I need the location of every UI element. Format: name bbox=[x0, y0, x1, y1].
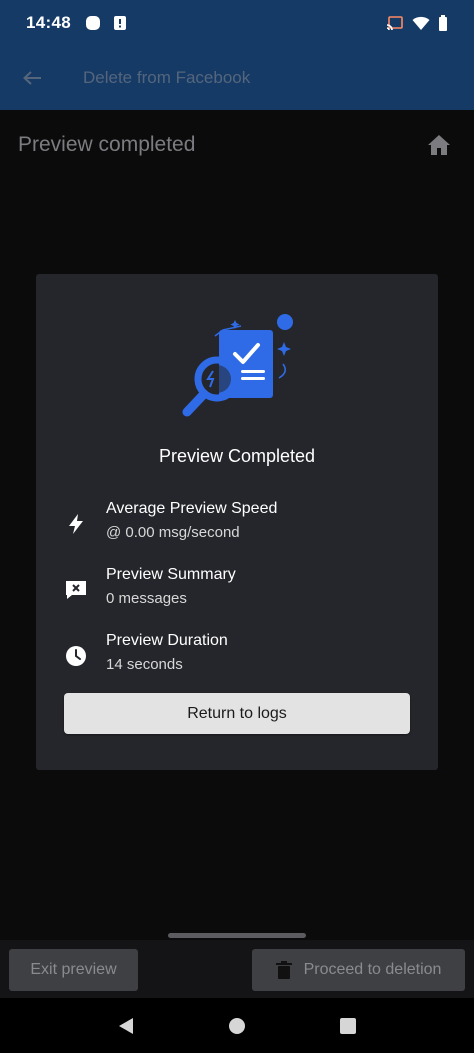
lightning-icon bbox=[69, 514, 83, 534]
circle-home-icon bbox=[228, 1017, 245, 1034]
home-button[interactable] bbox=[422, 128, 456, 162]
bottom-action-bar: Exit preview Proceed to deletion bbox=[0, 940, 474, 998]
page-header: Preview completed bbox=[0, 110, 474, 180]
wifi-icon bbox=[412, 16, 430, 30]
stat-average-speed: Average Preview Speed @ 0.00 msg/second bbox=[64, 500, 424, 550]
proceed-to-deletion-button[interactable]: Proceed to deletion bbox=[252, 949, 465, 991]
home-icon bbox=[428, 135, 450, 155]
dialog-title: Preview Completed bbox=[158, 446, 316, 466]
triangle-back-icon bbox=[118, 1017, 133, 1034]
sheet-handle[interactable] bbox=[168, 933, 306, 938]
message-x-icon bbox=[66, 581, 86, 599]
preview-illustration-icon bbox=[182, 314, 293, 417]
stat-preview-duration: Preview Duration 14 seconds bbox=[64, 632, 424, 682]
return-to-logs-button[interactable]: Return to logs bbox=[64, 693, 410, 734]
proceed-label: Proceed to deletion bbox=[303, 961, 442, 978]
stat-label: Preview Summary bbox=[106, 566, 236, 583]
nav-home-button[interactable] bbox=[217, 1006, 257, 1046]
square-recents-icon bbox=[340, 1017, 357, 1034]
battery-icon bbox=[439, 15, 447, 31]
stat-preview-summary: Preview Summary 0 messages bbox=[64, 566, 424, 616]
stat-value: 0 messages bbox=[106, 590, 187, 607]
app-bar: Delete from Facebook bbox=[0, 46, 474, 110]
app-title: Delete from Facebook bbox=[83, 68, 251, 87]
status-time: 14:48 bbox=[26, 13, 71, 32]
nav-back-button[interactable] bbox=[106, 1006, 146, 1046]
stat-value: 14 seconds bbox=[106, 656, 183, 673]
arrow-left-icon bbox=[23, 71, 41, 85]
exit-preview-button[interactable]: Exit preview bbox=[9, 949, 138, 991]
stat-label: Average Preview Speed bbox=[106, 500, 278, 517]
back-button[interactable] bbox=[0, 46, 64, 110]
trash-icon bbox=[275, 961, 292, 979]
clock-icon bbox=[66, 646, 86, 666]
alert-icon bbox=[113, 16, 126, 30]
system-nav-bar bbox=[0, 998, 474, 1053]
status-left-icons bbox=[85, 15, 127, 31]
notification-circle-icon bbox=[85, 16, 100, 30]
stat-label: Preview Duration bbox=[106, 632, 228, 649]
page-title: Preview completed bbox=[18, 133, 196, 156]
cast-icon bbox=[386, 16, 403, 31]
status-right-icons bbox=[386, 15, 448, 31]
status-bar: 14:48 bbox=[0, 0, 474, 46]
preview-completed-dialog: Preview Completed Average Preview Speed … bbox=[36, 274, 438, 770]
nav-recents-button[interactable] bbox=[328, 1006, 368, 1046]
stat-value: @ 0.00 msg/second bbox=[106, 524, 240, 541]
